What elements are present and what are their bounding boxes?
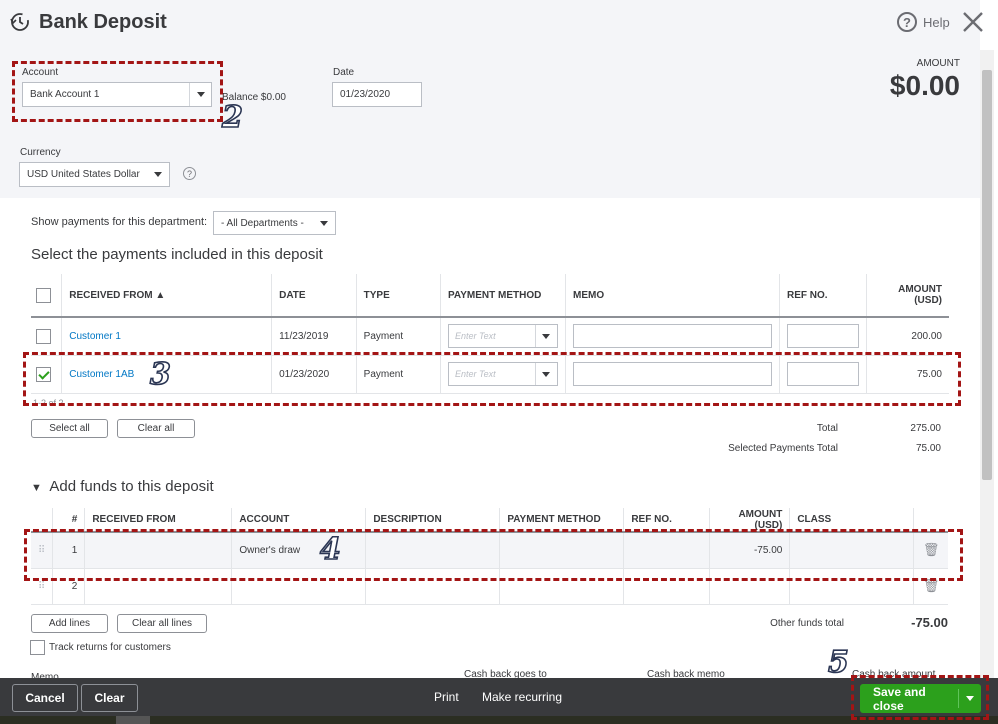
scrollbar-thumb[interactable]: [982, 70, 992, 480]
other-funds-total-label: Other funds total: [770, 618, 844, 629]
amount-label: AMOUNT: [916, 58, 960, 69]
payments-title: Select the payments included in this dep…: [31, 246, 323, 263]
col-memo[interactable]: MEMO: [565, 274, 780, 318]
currency-select[interactable]: USD United States Dollar: [19, 162, 170, 187]
payment-method-placeholder: Enter Text: [454, 331, 496, 342]
date-label: Date: [333, 67, 355, 78]
track-returns-checkbox[interactable]: [30, 640, 45, 655]
collapse-triangle-icon[interactable]: ▼: [31, 482, 42, 494]
annotation-number: 3: [149, 356, 171, 393]
annotation-box-funds-row: [24, 529, 963, 581]
row-type: Payment: [356, 317, 441, 356]
funds-title[interactable]: ▼ Add funds to this deposit: [31, 478, 214, 495]
department-select[interactable]: - All Departments -: [213, 211, 336, 235]
annotation-number: 5: [827, 644, 849, 681]
clear-all-button[interactable]: Clear all: [117, 419, 195, 438]
close-icon[interactable]: [961, 10, 985, 34]
chevron-down-icon: [147, 163, 169, 186]
select-all-checkbox[interactable]: [36, 287, 51, 303]
col-type[interactable]: TYPE: [356, 274, 441, 318]
select-all-button[interactable]: Select all: [31, 419, 108, 438]
page-title: Bank Deposit: [39, 11, 167, 33]
selected-total-label: Selected Payments Total: [728, 443, 838, 454]
add-lines-button[interactable]: Add lines: [31, 614, 108, 633]
department-label: Show payments for this department:: [31, 216, 208, 228]
make-recurring-link[interactable]: Make recurring: [482, 690, 562, 704]
annotation-number: 2: [221, 99, 243, 136]
date-input[interactable]: 01/23/2020: [332, 82, 422, 107]
clear-all-lines-button[interactable]: Clear all lines: [117, 614, 207, 633]
other-funds-total-value: -75.00: [911, 615, 948, 630]
col-payment-method[interactable]: PAYMENT METHOD: [440, 274, 566, 318]
table-row[interactable]: Customer 1 11/23/2019 Payment Enter Text…: [31, 317, 949, 356]
customer-link[interactable]: Customer 1: [69, 331, 121, 342]
chevron-down-icon: [313, 212, 335, 234]
print-link[interactable]: Print: [434, 690, 459, 704]
total-value: 275.00: [910, 423, 941, 434]
horizontal-scroll-thumb[interactable]: [116, 716, 150, 724]
currency-help-icon[interactable]: ?: [183, 167, 196, 180]
cancel-button[interactable]: Cancel: [12, 684, 78, 712]
amount-value: $0.00: [889, 70, 960, 101]
select-all-checkbox-header[interactable]: [31, 274, 63, 318]
department-value: - All Departments -: [221, 217, 304, 229]
help-icon: ?: [897, 12, 917, 32]
col-received-from[interactable]: RECEIVED FROM ▲: [61, 274, 273, 318]
payment-method-select[interactable]: Enter Text: [447, 324, 558, 349]
annotation-number: 4: [319, 531, 341, 568]
help-button[interactable]: ? Help: [897, 12, 950, 32]
row-amount: 200.00: [866, 317, 949, 356]
row-date: 11/23/2019: [271, 317, 357, 356]
clear-button[interactable]: Clear: [81, 684, 138, 712]
ref-input[interactable]: [786, 324, 859, 349]
track-returns[interactable]: Track returns for customers: [30, 640, 171, 655]
track-returns-label: Track returns for customers: [49, 642, 171, 653]
history-icon[interactable]: [9, 11, 31, 33]
funds-title-text: Add funds to this deposit: [49, 478, 214, 495]
col-amount[interactable]: AMOUNT (USD): [866, 274, 949, 318]
selected-total-value: 75.00: [915, 443, 941, 454]
chevron-down-icon: [534, 325, 557, 348]
memo-input[interactable]: [572, 324, 772, 349]
col-date[interactable]: DATE: [271, 274, 357, 318]
col-ref-no[interactable]: REF NO.: [779, 274, 867, 318]
total-label: Total: [816, 423, 838, 434]
annotation-box-save: [851, 675, 989, 720]
balance-value: $0.00: [260, 92, 286, 103]
currency-label: Currency: [20, 147, 61, 158]
annotation-box-account: [12, 61, 223, 122]
help-label: Help: [923, 14, 950, 30]
currency-value: USD United States Dollar: [27, 169, 140, 180]
row-checkbox[interactable]: [36, 328, 51, 344]
